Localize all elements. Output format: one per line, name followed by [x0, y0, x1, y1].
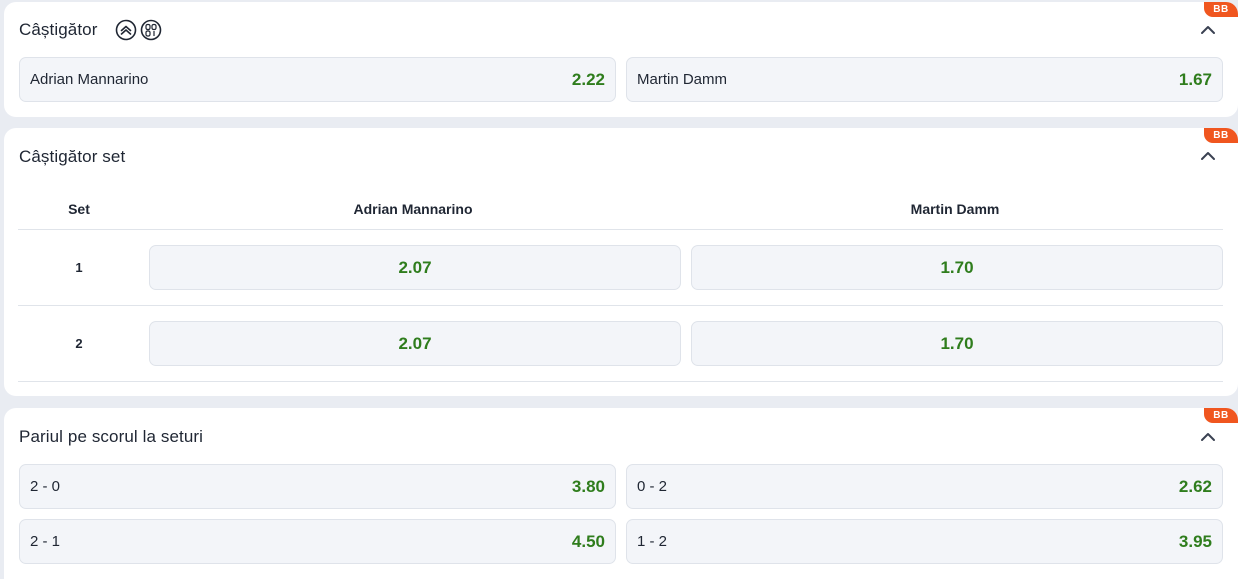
odd-button-player-1[interactable]: Adrian Mannarino 2.22 — [19, 57, 616, 102]
outcome-label: 1 - 2 — [637, 533, 668, 550]
chevron-up-icon[interactable] — [1200, 431, 1216, 443]
outcome-label: 2 - 1 — [30, 533, 61, 550]
bet-builder-badge: BB — [1204, 2, 1238, 17]
market-title: Pariul pe scorul la seturi — [19, 427, 204, 446]
set-number: 2 — [75, 336, 83, 351]
outcome-label: Adrian Mannarino — [30, 71, 149, 88]
odd-button-score-1-2[interactable]: 1 - 2 3.95 — [626, 519, 1223, 564]
odds-value: 2.62 — [1178, 477, 1212, 496]
column-header-player-2: Martin Damm — [910, 201, 1000, 217]
odd-button-score-0-2[interactable]: 0 - 2 2.62 — [626, 464, 1223, 509]
odds-value: 3.95 — [1178, 532, 1212, 551]
odds-value: 1.70 — [940, 334, 974, 353]
market-title: Câștigător set — [19, 147, 126, 166]
row-divider — [18, 305, 1223, 306]
odd-button-set1-player-1[interactable]: 2.07 — [149, 245, 681, 290]
odds-value: 1.70 — [940, 258, 974, 277]
odds-value: 2.07 — [398, 334, 432, 353]
odd-button-score-2-1[interactable]: 2 - 1 4.50 — [19, 519, 616, 564]
scoreboard-icon[interactable] — [140, 19, 162, 41]
outcome-label: 0 - 2 — [637, 478, 668, 495]
market-winner: BB Câștigător Adrian Mannarino 2.22 Mart… — [4, 2, 1238, 117]
odds-value: 3.80 — [571, 477, 605, 496]
set-number: 1 — [75, 260, 83, 275]
row-divider — [18, 229, 1223, 230]
odd-button-score-2-0[interactable]: 2 - 0 3.80 — [19, 464, 616, 509]
bet-builder-badge: BB — [1204, 128, 1238, 143]
column-header-set: Set — [68, 201, 90, 217]
market-set-winner: BB Câștigător set Set Adrian Mannarino M… — [4, 128, 1238, 396]
odd-button-player-2[interactable]: Martin Damm 1.67 — [626, 57, 1223, 102]
odd-button-set2-player-1[interactable]: 2.07 — [149, 321, 681, 366]
chevron-up-icon[interactable] — [1200, 24, 1216, 36]
outcome-label: Martin Damm — [637, 71, 728, 88]
chevron-up-icon[interactable] — [1200, 150, 1216, 162]
odds-value: 2.07 — [398, 258, 432, 277]
odds-value: 2.22 — [571, 70, 605, 89]
market-title: Câștigător — [19, 20, 98, 39]
odd-button-set2-player-2[interactable]: 1.70 — [691, 321, 1223, 366]
stats-icon[interactable] — [115, 19, 137, 41]
column-header-player-1: Adrian Mannarino — [353, 201, 473, 217]
odds-value: 1.67 — [1178, 70, 1212, 89]
row-divider — [18, 381, 1223, 382]
odd-button-set1-player-2[interactable]: 1.70 — [691, 245, 1223, 290]
odds-value: 4.50 — [571, 532, 605, 551]
market-set-score: BB Pariul pe scorul la seturi 2 - 0 3.80… — [4, 408, 1238, 579]
bet-builder-badge: BB — [1204, 408, 1238, 423]
outcome-label: 2 - 0 — [30, 478, 61, 495]
